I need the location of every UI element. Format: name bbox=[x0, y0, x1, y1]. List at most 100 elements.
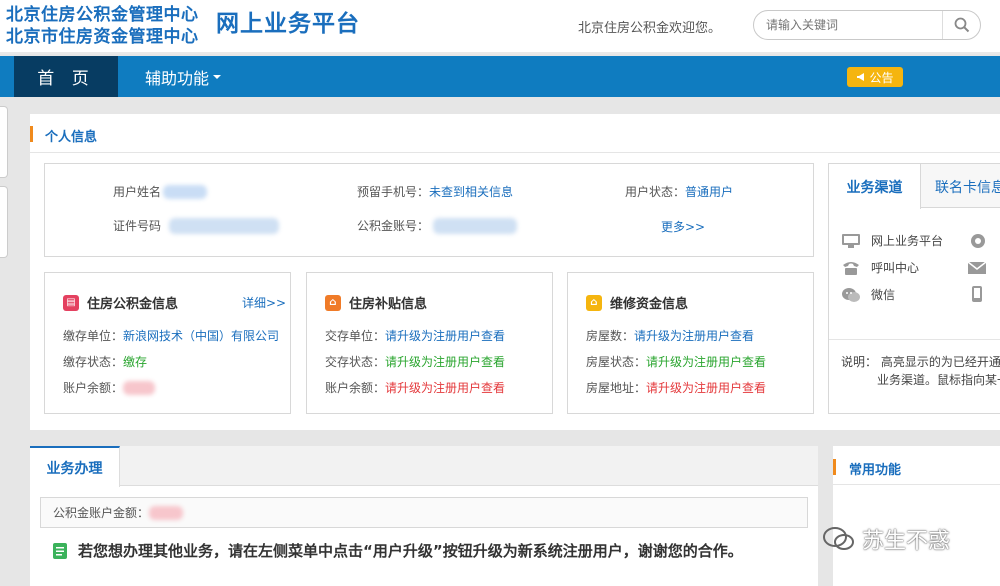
fund-row-balance: 账户余额： bbox=[63, 379, 156, 396]
side-tab-2[interactable] bbox=[0, 186, 8, 258]
id-row: 证件号码 bbox=[113, 217, 280, 234]
fund-card-title: 住房公积金信息 bbox=[87, 297, 179, 312]
status-value: 普通用户 bbox=[685, 185, 734, 199]
platform-title: 网上业务平台 bbox=[216, 11, 360, 37]
phone-icon bbox=[843, 261, 859, 275]
common-functions-panel: 常用功能 bbox=[833, 446, 1000, 586]
fund-row-status: 缴存状态：缴存 bbox=[63, 353, 147, 370]
divider bbox=[30, 152, 1000, 153]
fund-balance-label: 账户余额： bbox=[63, 381, 124, 395]
fund-detail-link[interactable]: 详细>> bbox=[242, 294, 286, 311]
nav-home[interactable]: 首 页 bbox=[14, 56, 118, 97]
watermark-text: 苏生不惑 bbox=[862, 529, 951, 554]
personal-info-title: 个人信息 bbox=[45, 130, 98, 145]
status-label: 用户状态： bbox=[625, 185, 686, 199]
user-name-row: 用户姓名 bbox=[113, 183, 208, 200]
tab-business-channels[interactable]: 业务渠道 bbox=[829, 164, 921, 209]
user-name-label: 用户姓名 bbox=[113, 185, 162, 199]
mobile-icon[interactable] bbox=[971, 285, 983, 303]
repair-row-address: 房屋地址：请升级为注册用户查看 bbox=[586, 379, 766, 396]
channel-call-center[interactable]: 呼叫中心 bbox=[841, 259, 919, 276]
side-tab-1[interactable] bbox=[0, 106, 8, 178]
fund-status-label: 缴存状态： bbox=[63, 355, 124, 369]
caret-down-icon bbox=[213, 74, 222, 79]
business-tabbar bbox=[30, 446, 818, 486]
phone-row: 预留手机号：未查到相关信息 bbox=[357, 183, 513, 200]
subsidy-balance-value[interactable]: 请升级为注册用户查看 bbox=[385, 381, 505, 395]
search-box bbox=[753, 10, 981, 40]
notice-label: 公告 bbox=[869, 70, 894, 85]
logo-org-names[interactable]: 北京住房公积金管理中心 北京市住房资金管理中心 bbox=[6, 4, 199, 48]
channels-note: 说明： 高亮显示的为已经开通的 业务渠道。鼠标指向某一 bbox=[841, 353, 1000, 389]
repair-fund-card: ⌂ 维修资金信息 房屋数：请升级为注册用户查看 房屋状态：请升级为注册用户查看 … bbox=[567, 272, 814, 414]
channel-wechat[interactable]: 微信 bbox=[841, 286, 895, 303]
home-icon: ⌂ bbox=[586, 294, 602, 311]
common-functions-title: 常用功能 bbox=[849, 463, 902, 478]
more-link[interactable]: 更多>> bbox=[661, 218, 705, 235]
logo-line-2: 北京市住房资金管理中心 bbox=[6, 27, 199, 47]
subsidy-balance-label: 账户余额： bbox=[325, 381, 386, 395]
business-panel: 业务办理 公积金账户金额： 若您想办理其他业务，请在左侧菜单中点击“用户升级”按… bbox=[30, 446, 818, 586]
subsidy-info-card: ⌂ 住房补贴信息 交存单位：请升级为注册用户查看 交存状态：请升级为注册用户查看… bbox=[306, 272, 553, 414]
subsidy-row-balance: 账户余额：请升级为注册用户查看 bbox=[325, 379, 505, 396]
repair-status-label: 房屋状态： bbox=[586, 355, 647, 369]
fund-icon: ▤ bbox=[63, 294, 79, 311]
subsidy-status-label: 交存状态： bbox=[325, 355, 386, 369]
subsidy-status-value[interactable]: 请升级为注册用户查看 bbox=[385, 355, 505, 369]
id-value-redacted bbox=[169, 217, 280, 234]
repair-status-value[interactable]: 请升级为注册用户查看 bbox=[646, 355, 766, 369]
balance-label: 公积金账户金额： bbox=[53, 506, 150, 520]
channel-online-platform[interactable]: 网上业务平台 bbox=[841, 232, 943, 249]
subsidy-card-header: ⌂ 住房补贴信息 bbox=[325, 293, 427, 312]
tab-business[interactable]: 业务办理 bbox=[30, 446, 120, 487]
computer-icon bbox=[842, 233, 860, 248]
repair-address-label: 房屋地址： bbox=[586, 381, 647, 395]
megaphone-icon bbox=[857, 73, 865, 81]
repair-row-count: 房屋数：请升级为注册用户查看 bbox=[586, 327, 754, 344]
fund-unit-value: 新浪网技术（中国）有限公司 bbox=[123, 329, 280, 343]
header: 北京住房公积金管理中心 北京市住房资金管理中心 网上业务平台 北京住房公积金欢迎… bbox=[0, 0, 1000, 54]
channel-wechat-label: 微信 bbox=[871, 288, 896, 302]
search-input[interactable] bbox=[766, 16, 936, 34]
user-info-box: 用户姓名 证件号码 预留手机号：未查到相关信息 公积金账号： 用户状态：普通用户… bbox=[44, 163, 814, 257]
channel-call-label: 呼叫中心 bbox=[871, 261, 920, 275]
notice-button[interactable]: 公告 bbox=[847, 67, 903, 87]
search-icon bbox=[954, 17, 969, 33]
house-icon: ⌂ bbox=[325, 294, 341, 311]
account-label: 公积金账号： bbox=[357, 219, 430, 233]
channels-divider bbox=[829, 339, 1000, 340]
account-value-redacted bbox=[433, 217, 518, 234]
repair-count-value[interactable]: 请升级为注册用户查看 bbox=[634, 329, 754, 343]
search-button[interactable] bbox=[942, 11, 980, 39]
mail-icon[interactable] bbox=[967, 261, 987, 275]
upgrade-message: 若您想办理其他业务，请在左侧菜单中点击“用户升级”按钮升级为新系统注册用户，谢谢… bbox=[52, 540, 743, 561]
balance-bar: 公积金账户金额： bbox=[40, 497, 808, 528]
subsidy-unit-label: 交存单位： bbox=[325, 329, 386, 343]
repair-card-title: 维修资金信息 bbox=[610, 297, 689, 312]
nav-aux-label: 辅助功能 bbox=[145, 68, 210, 88]
upgrade-message-text: 若您想办理其他业务，请在左侧菜单中点击“用户升级”按钮升级为新系统注册用户，谢谢… bbox=[78, 542, 743, 560]
repair-address-value[interactable]: 请升级为注册用户查看 bbox=[646, 381, 766, 395]
status-row: 用户状态：普通用户 bbox=[625, 183, 733, 200]
subsidy-unit-value[interactable]: 请升级为注册用户查看 bbox=[385, 329, 505, 343]
repair-card-header: ⌂ 维修资金信息 bbox=[586, 293, 688, 312]
common-divider bbox=[833, 484, 1000, 485]
fund-unit-label: 缴存单位： bbox=[63, 329, 124, 343]
fund-status-value: 缴存 bbox=[123, 355, 148, 369]
channels-panel: 业务渠道 联名卡信息 网上业务平台 呼叫中心 微信 说明： 高亮显示的为已经开通… bbox=[828, 163, 1000, 414]
fund-balance-value-redacted bbox=[123, 380, 156, 395]
wechat-icon bbox=[842, 287, 860, 302]
tab-cobrand-card[interactable]: 联名卡信息 bbox=[935, 177, 1000, 197]
fund-card-header: ▤ 住房公积金信息 bbox=[63, 293, 178, 312]
account-row: 公积金账号： bbox=[357, 217, 518, 234]
watermark: 苏生不惑 bbox=[822, 523, 950, 555]
weibo-icon[interactable] bbox=[969, 233, 987, 249]
subsidy-card-title: 住房补贴信息 bbox=[349, 297, 428, 312]
personal-info-panel: 个人信息 用户姓名 证件号码 预留手机号：未查到相关信息 公积金账号： 用户状态… bbox=[30, 114, 1000, 430]
channels-note-line-1: 说明： 高亮显示的为已经开通的 bbox=[841, 355, 1000, 369]
channel-online-label: 网上业务平台 bbox=[871, 234, 944, 248]
welcome-text: 北京住房公积金欢迎您。 bbox=[578, 21, 722, 36]
phone-label: 预留手机号： bbox=[357, 185, 430, 199]
nav-aux-functions[interactable]: 辅助功能 bbox=[145, 56, 222, 97]
common-accent bbox=[833, 459, 836, 475]
